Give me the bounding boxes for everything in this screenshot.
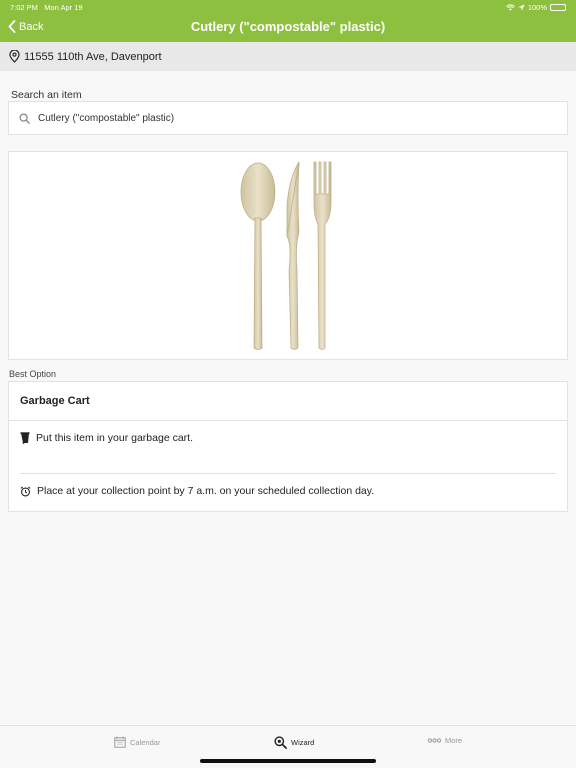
location-pin-icon — [9, 50, 20, 63]
divider — [20, 473, 556, 474]
tab-label: Calendar — [130, 737, 161, 747]
address-bar[interactable]: 11555 110th Ave, Davenport — [0, 42, 576, 71]
status-bar: 7:02 PM Mon Apr 19 100% — [0, 0, 576, 14]
search-icon — [19, 112, 30, 124]
wifi-icon — [505, 4, 515, 11]
search-field[interactable] — [8, 101, 568, 135]
status-date: Mon Apr 19 — [44, 3, 83, 12]
search-input[interactable] — [38, 112, 538, 124]
tab-calendar[interactable]: Calendar — [114, 736, 160, 748]
tab-wizard[interactable]: Wizard — [274, 736, 314, 749]
best-option-label: Best Option — [9, 369, 57, 379]
battery-icon — [550, 4, 566, 11]
location-arrow-icon — [518, 4, 525, 11]
spoon-shape — [240, 162, 276, 350]
item-image-panel — [8, 151, 568, 360]
page-title: Cutlery ("compostable" plastic) — [190, 19, 386, 34]
status-time-text: 7:02 PM — [10, 3, 38, 12]
top-bar: 7:02 PM Mon Apr 19 100% Back Cutlery ("c… — [0, 0, 576, 42]
battery-percent: 100% — [527, 3, 547, 12]
more-dots-icon — [428, 738, 441, 743]
disposal-option-title: Garbage Cart — [9, 382, 567, 421]
instruction-text: Put this item in your garbage cart. — [36, 432, 193, 444]
status-indicators: 100% — [505, 3, 566, 12]
navigation-bar: Back Cutlery ("compostable" plastic) — [0, 14, 576, 42]
instruction-row: Place at your collection point by 7 a.m.… — [20, 485, 374, 497]
search-label: Search an item — [11, 89, 82, 101]
tab-label: More — [445, 736, 463, 745]
magnifier-icon — [274, 736, 287, 749]
instruction-row: Put this item in your garbage cart. — [20, 432, 193, 444]
home-indicator — [200, 759, 376, 763]
cutlery-image — [240, 161, 332, 350]
tab-label: Wizard — [291, 738, 315, 747]
status-time: 7:02 PM Mon Apr 19 — [10, 3, 83, 12]
alarm-clock-icon — [20, 486, 31, 496]
calendar-icon — [114, 736, 126, 748]
tab-more[interactable]: More — [428, 736, 462, 745]
disposal-option-card: Garbage Cart Put this item in your garba… — [8, 381, 568, 512]
knife-shape — [286, 161, 300, 350]
address-text: 11555 110th Ave, Davenport — [24, 50, 162, 63]
fork-shape — [313, 161, 332, 350]
instruction-text: Place at your collection point by 7 a.m.… — [37, 485, 375, 497]
garbage-cart-icon — [20, 432, 30, 444]
